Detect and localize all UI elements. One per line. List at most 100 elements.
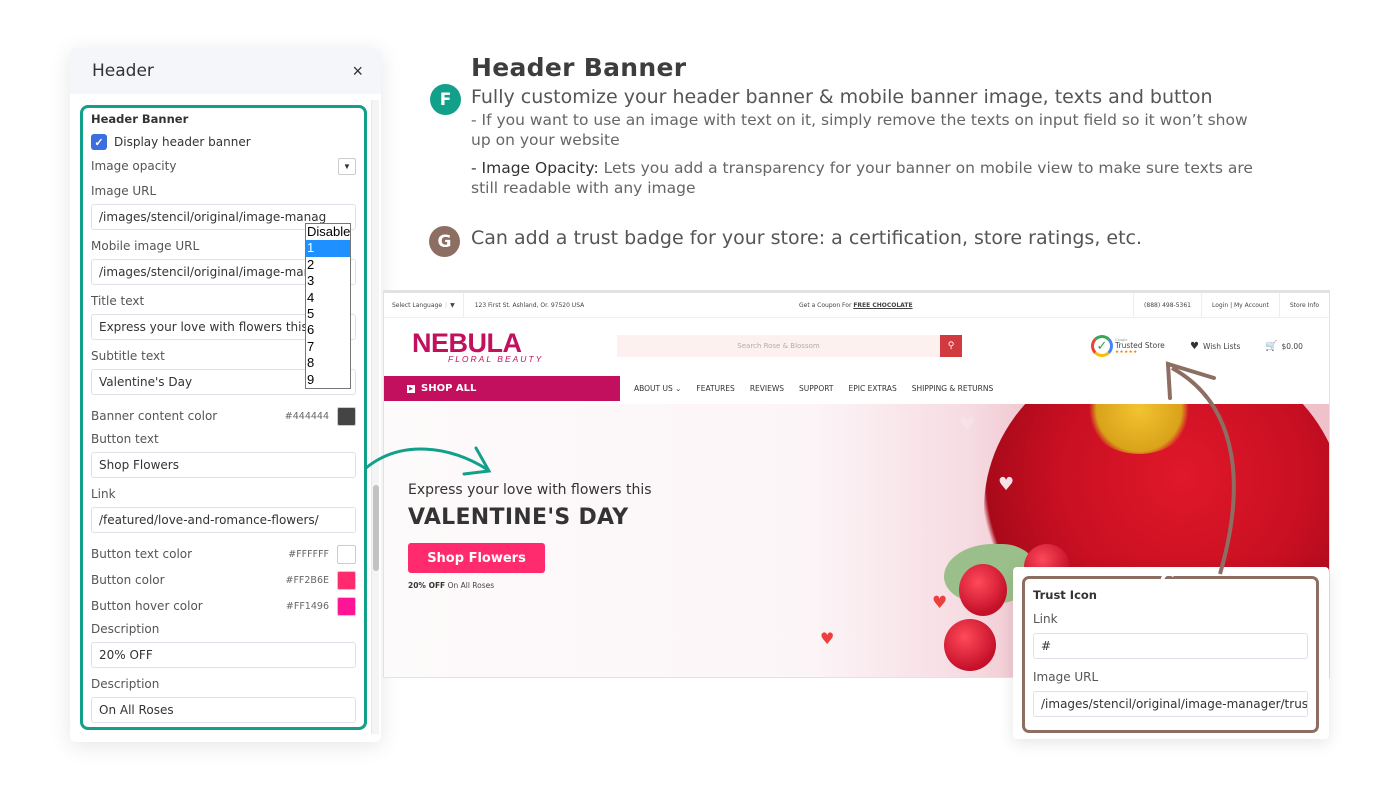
top-bar: Select Language | ▼ 123 First St. Ashlan… [384,293,1329,318]
nav-item[interactable]: SHIPPING & RETURNS [912,384,994,393]
nav-item[interactable]: SUPPORT [799,384,833,393]
heart-decoration: ♥ [820,629,835,648]
account-link[interactable]: Login | My Account [1200,293,1279,317]
top-bar-right: (888) 498-5361 Login | My Account Store … [1133,293,1329,317]
language-selector[interactable]: Select Language | ▼ [384,293,464,317]
button-text-label: Button text [91,432,159,446]
button-text-input[interactable]: Shop Flowers [91,452,356,478]
hero-desc-bold: 20% OFF [408,581,446,590]
shop-all-button[interactable]: ▶ SHOP ALL [384,376,620,401]
heart-icon: ♥ [1190,341,1199,352]
nav-item[interactable]: ABOUT US ⌄ [634,384,681,393]
button-color-hex: #FF2B6E [285,574,330,586]
opacity-option[interactable]: 2 [306,257,350,273]
button-text-color-swatch[interactable] [337,544,356,564]
banner-content-color-swatch[interactable] [337,406,356,426]
image-opacity-dropdown[interactable]: Disable 1 2 3 4 5 6 7 8 9 [305,223,351,389]
panel-header: Header × [70,48,381,94]
display-banner-row[interactable]: ✓ Display header banner [91,134,356,150]
feature-description: Header Banner Fully customize your heade… [471,52,1351,249]
description-note-2: - Image Opacity: Lets you add a transpar… [471,158,1261,198]
header-settings-panel: Header × Header Banner ✓ Display header … [70,48,381,742]
opacity-option[interactable]: 5 [306,306,350,322]
link-input[interactable]: /featured/love-and-romance-flowers/ [91,507,356,533]
cart-icon: 🛒 [1265,341,1278,352]
opacity-option[interactable]: 7 [306,339,350,355]
button-hover-color-label: Button hover color [91,598,203,613]
description-2-input[interactable]: On All Roses [91,697,356,723]
button-color-swatch[interactable] [337,570,356,590]
chevron-down-icon: ▼ [343,162,351,171]
image-opacity-row: Image opacity ▼ [91,158,356,175]
display-banner-checkbox[interactable]: ✓ [91,134,107,150]
image-opacity-select[interactable]: ▼ [338,158,356,175]
nav-item[interactable]: REVIEWS [750,384,784,393]
opacity-option[interactable]: 6 [306,322,350,338]
trust-image-url-label: Image URL [1033,670,1099,684]
trust-image-url-input[interactable]: /images/stencil/original/image-manager/t… [1033,691,1308,717]
heart-decoration: ♥ [998,474,1015,495]
checkmark-icon: ✓ [1091,335,1113,357]
play-icon: ▶ [407,384,415,393]
search-icon: ⚲ [947,341,955,351]
banner-content-color-label: Banner content color [91,408,218,423]
button-hover-color-swatch[interactable] [337,596,356,616]
description-note-1: - If you want to use an image with text … [471,111,1248,149]
button-hover-color-hex: #FF1496 [285,600,329,612]
close-icon[interactable]: × [352,62,363,80]
link-label: Link [91,487,116,501]
trust-badge-stars: ★★★★★ [1115,349,1138,355]
trust-link-input[interactable]: # [1033,633,1308,659]
display-banner-label: Display header banner [114,135,251,149]
header-banner-section: Header Banner ✓ Display header banner Im… [80,105,367,730]
button-text-color-row: Button text color #FFFFFF [91,541,356,567]
opacity-option[interactable]: 8 [306,355,350,371]
section-title: Header Banner [91,112,189,126]
hero-title: Express your love with flowers this [408,482,652,498]
chevron-down-icon: ▼ [450,301,455,309]
shop-flowers-button[interactable]: Shop Flowers [408,543,545,573]
opacity-option[interactable]: 3 [306,273,350,289]
store-logo[interactable]: NEBULA FLORAL BEAUTY [412,330,544,365]
hero-description: 20% OFF On All Roses [408,581,494,590]
berry-image [944,619,996,671]
cart-link[interactable]: 🛒 $0.00 [1265,341,1303,352]
badge-f: F [430,84,461,115]
nav-menu: ABOUT US ⌄ FEATURES REVIEWS SUPPORT EPIC EXT… [620,376,993,401]
nav-item[interactable]: FEATURES [696,384,734,393]
coupon-link[interactable]: FREE CHOCOLATE [853,302,912,309]
logo-sub: FLORAL BEAUTY [448,354,544,364]
description-2-label: Description [91,677,160,691]
trust-badge[interactable]: ✓ Google Trusted Store ★★★★★ [1091,335,1165,357]
cart-total: $0.00 [1281,342,1303,351]
search-button[interactable]: ⚲ [940,335,962,357]
opacity-option[interactable]: 4 [306,290,350,306]
opacity-option[interactable]: Disable [306,224,350,240]
description-lead-g: Can add a trust badge for your store: a … [471,227,1143,249]
store-address: 123 First St. Ashland, Or. 97520 USA [474,301,585,309]
nav-item[interactable]: EPIC EXTRAS [848,384,896,393]
phone-number[interactable]: (888) 498-5361 [1133,293,1201,317]
hero-subtitle: VALENTINE'S DAY [408,505,629,530]
trust-icon-section: Trust Icon Link # Image URL /images/sten… [1022,576,1319,733]
scrollbar-thumb[interactable] [373,485,379,571]
badge-g: G [429,226,460,257]
banner-content-color-hex: #444444 [284,410,329,422]
button-text-color-hex: #FFFFFF [288,548,329,560]
search-input[interactable]: Search Rose & Blossom [617,335,940,357]
store-info-link[interactable]: Store Info [1278,293,1329,317]
opacity-option[interactable]: 9 [306,372,350,388]
trust-badge-label: Trusted Store [1115,340,1165,350]
image-url-label: Image URL [91,184,157,198]
wishlist-label: Wish Lists [1202,342,1241,351]
heart-decoration: ♥ [932,593,948,613]
wishlist-link[interactable]: ♥ Wish Lists [1190,341,1240,352]
trust-link-label: Link [1033,612,1058,626]
hero-desc-rest: On All Roses [445,581,495,590]
description-1-input[interactable]: 20% OFF [91,642,356,668]
heart-decoration: ♥ [959,414,976,435]
panel-scrollbar[interactable] [371,100,379,734]
coupon-prefix: Get a Coupon For [799,301,854,309]
opacity-option[interactable]: 1 [306,240,350,257]
coupon-text: Get a Coupon For FREE CHOCOLATE [799,302,913,309]
